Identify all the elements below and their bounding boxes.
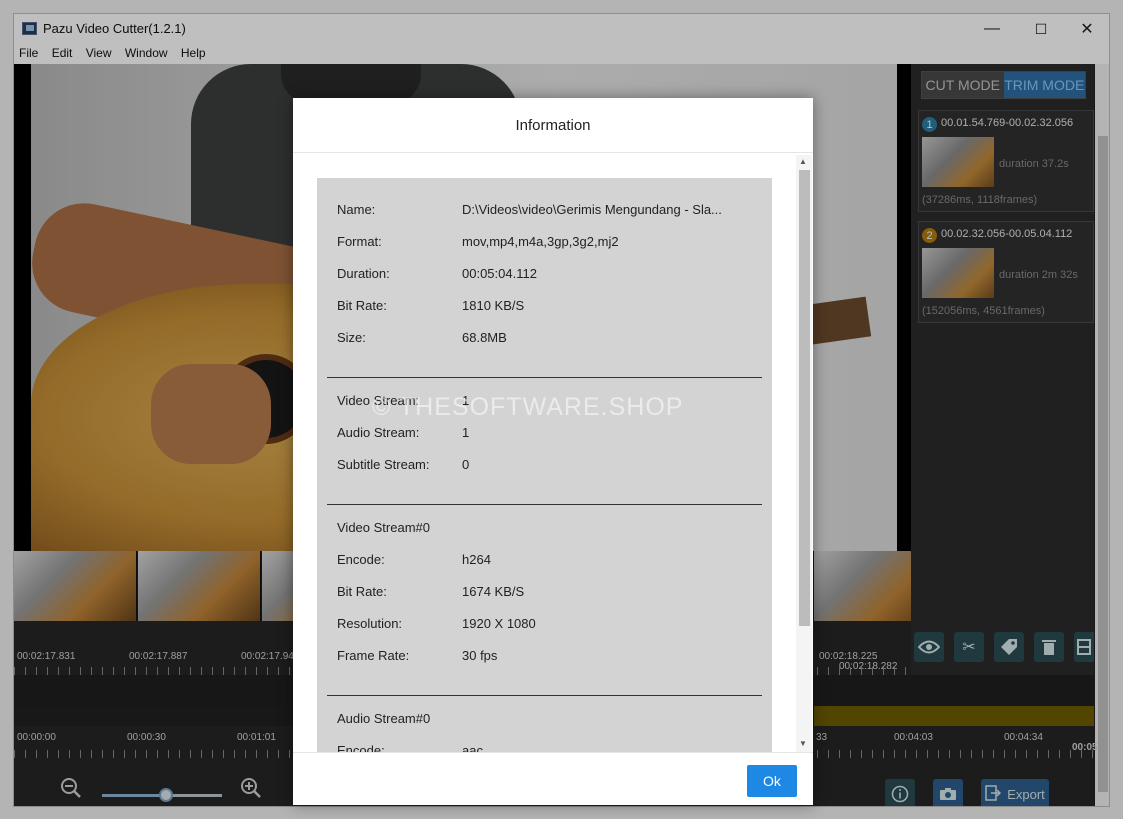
info-label: Encode:: [337, 743, 385, 752]
dialog-scrollbar[interactable]: ▲ ▼: [796, 155, 812, 752]
info-label: Bit Rate:: [337, 298, 387, 313]
info-value: 68.8MB: [462, 330, 507, 345]
divider: [327, 504, 762, 505]
info-label: Duration:: [337, 266, 390, 281]
info-value: h264: [462, 552, 491, 567]
info-label: Bit Rate:: [337, 584, 387, 599]
section-title: Video Stream#0: [337, 520, 430, 535]
info-value: 00:05:04.112: [462, 266, 537, 281]
scroll-up-icon[interactable]: ▲: [799, 157, 807, 166]
info-value: 1674 KB/S: [462, 584, 525, 599]
info-label: Subtitle Stream:: [337, 457, 430, 472]
info-label: Encode:: [337, 552, 385, 567]
info-label: Audio Stream:: [337, 425, 420, 440]
info-value: mov,mp4,m4a,3gp,3g2,mj2: [462, 234, 619, 249]
divider: [327, 695, 762, 696]
dialog-footer: Ok: [293, 752, 813, 805]
info-content: Name: D:\Videos\video\Gerimis Mengundang…: [317, 178, 772, 752]
info-value: 30 fps: [462, 648, 498, 663]
section-title: Audio Stream#0: [337, 711, 431, 726]
info-label: Name:: [337, 202, 376, 217]
watermark-text: © THESOFTWARE.SHOP: [372, 393, 684, 421]
scroll-down-icon[interactable]: ▼: [799, 739, 807, 748]
info-value: 0: [462, 457, 470, 472]
scrollbar-thumb[interactable]: [799, 170, 810, 626]
info-value: aac: [462, 743, 483, 752]
dialog-title: Information: [293, 98, 813, 153]
info-label: Size:: [337, 330, 366, 345]
info-label: Format:: [337, 234, 382, 249]
info-label: Resolution:: [337, 616, 403, 631]
info-value: 1920 X 1080: [462, 616, 536, 631]
ok-button[interactable]: Ok: [747, 765, 797, 797]
divider: [327, 377, 762, 378]
info-value: 1810 KB/S: [462, 298, 525, 313]
information-dialog: Information Name: D:\Videos\video\Gerimi…: [293, 98, 813, 805]
info-value: 1: [462, 425, 470, 440]
info-label: Frame Rate:: [337, 648, 410, 663]
info-value: D:\Videos\video\Gerimis Mengundang - Sla…: [462, 202, 722, 217]
